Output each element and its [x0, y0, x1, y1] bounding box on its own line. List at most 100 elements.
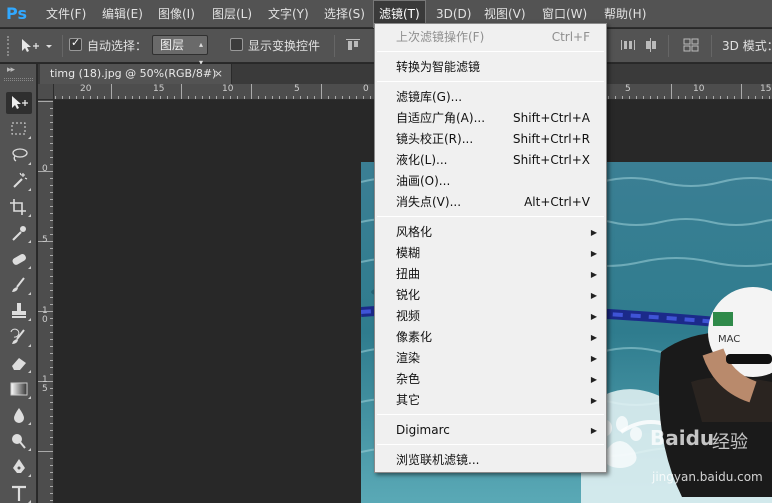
auto-select-target-dropdown[interactable]: 图层 ▴ ▾ [152, 35, 208, 67]
history-brush-tool[interactable] [6, 326, 32, 348]
menu-image[interactable]: 图像(I) [153, 0, 200, 28]
clone-stamp-tool[interactable] [6, 300, 32, 322]
options-bar-grip[interactable] [7, 36, 11, 56]
vertical-ruler[interactable]: 0 5 10 15 [38, 100, 54, 503]
menu-item-label: Digimarc [396, 423, 450, 437]
ruler-label: 0 [42, 164, 48, 174]
filter-menu-item-convert-smart[interactable]: 转换为智能滤镜 [375, 57, 606, 78]
close-tab-icon[interactable]: × [214, 64, 223, 84]
filter-menu-item-stylize[interactable]: 风格化 ▶ [375, 222, 606, 243]
options-separator [668, 35, 669, 57]
submenu-arrow-icon: ▶ [590, 354, 597, 363]
document-tab[interactable]: timg (18).jpg @ 50%(RGB/8#) × [40, 64, 232, 84]
ruler-origin[interactable] [38, 84, 54, 100]
filter-menu-item-pixelate[interactable]: 像素化 ▶ [375, 327, 606, 348]
vertical-ruler-ticks [38, 101, 53, 501]
menu-edit[interactable]: 编辑(E) [97, 0, 148, 28]
menu-separator [377, 444, 604, 445]
dodge-tool[interactable] [6, 430, 32, 452]
filter-menu-item-other[interactable]: 其它 ▶ [375, 390, 606, 411]
tool-preset-picker[interactable] [18, 37, 58, 55]
dodge-icon [12, 434, 26, 449]
filter-menu-item-oil-paint[interactable]: 油画(O)... [375, 171, 606, 192]
pen-tool[interactable] [6, 456, 32, 478]
filter-menu-item-lens-correction[interactable]: 镜头校正(R)... Shift+Ctrl+R [375, 129, 606, 150]
watermark-product: 经验 [712, 432, 748, 453]
filter-menu-item-adaptive-wide-angle[interactable]: 自适应广角(A)... Shift+Ctrl+A [375, 108, 606, 129]
submenu-arrow-icon: ▶ [590, 333, 597, 342]
menu-item-label: 转换为智能滤镜 [396, 60, 481, 74]
show-transform-label: 显示变换控件 [248, 39, 321, 53]
magic-wand-tool[interactable] [6, 170, 32, 192]
move-icon [12, 96, 28, 109]
menu-item-label: 油画(O)... [396, 174, 451, 188]
filter-menu-item-video[interactable]: 视频 ▶ [375, 306, 606, 327]
menu-type[interactable]: 文字(Y) [263, 0, 314, 28]
menu-item-label: 风格化 [396, 225, 433, 239]
eraser-tool[interactable] [6, 352, 32, 374]
distribute-centers-icon[interactable] [643, 38, 659, 52]
ruler-label: 15 [153, 84, 165, 94]
menu-item-label: 模糊 [396, 246, 421, 260]
crop-icon [10, 199, 26, 215]
rectangular-marquee-icon [11, 122, 26, 135]
align-top-edges-icon[interactable] [345, 38, 361, 52]
menu-item-shortcut: Shift+Ctrl+A [513, 111, 590, 125]
menu-item-label: 滤镜库(G)... [396, 90, 463, 104]
move-tool[interactable] [6, 92, 32, 114]
watermark-url: jingyan.baidu.com [652, 470, 763, 484]
filter-menu-item-render[interactable]: 渲染 ▶ [375, 348, 606, 369]
gradient-tool[interactable] [6, 378, 32, 400]
crop-tool[interactable] [6, 196, 32, 218]
healing-brush-tool[interactable] [6, 248, 32, 270]
filter-menu-item-browse-online[interactable]: 浏览联机滤镜... [375, 450, 606, 471]
filter-menu-item-distort[interactable]: 扭曲 ▶ [375, 264, 606, 285]
menu-item-shortcut: Shift+Ctrl+X [513, 153, 590, 167]
filter-menu-item-blur[interactable]: 模糊 ▶ [375, 243, 606, 264]
menu-item-shortcut: Ctrl+F [551, 30, 590, 44]
collapse-panel-icon[interactable]: ▸▸ [7, 65, 15, 75]
menu-item-label: 消失点(V)... [396, 195, 462, 209]
auto-align-layers-icon[interactable] [683, 38, 699, 52]
ruler-label: 15 [760, 84, 772, 94]
submenu-arrow-icon: ▶ [590, 312, 597, 321]
filter-menu-item-sharpen[interactable]: 锐化 ▶ [375, 285, 606, 306]
menu-file[interactable]: 文件(F) [41, 0, 91, 28]
eyedropper-tool[interactable] [6, 222, 32, 244]
filter-menu-item-vanishing-point[interactable]: 消失点(V)... Alt+Ctrl+V [375, 192, 606, 213]
brush-tool[interactable] [6, 274, 32, 296]
submenu-arrow-icon: ▶ [590, 270, 597, 279]
blur-tool[interactable] [6, 404, 32, 426]
document-tab-title: timg (18).jpg @ 50%(RGB/8#) [50, 67, 217, 80]
distribute-horizontal-icon[interactable] [620, 38, 636, 52]
tools-panel-grip[interactable] [4, 78, 33, 81]
auto-select-label: 自动选择： [87, 39, 148, 53]
menu-item-label: 渲染 [396, 351, 421, 365]
menu-item-label: 锐化 [396, 288, 421, 302]
filter-menu-item-last-filter[interactable]: 上次滤镜操作(F) Ctrl+F [375, 27, 606, 48]
show-transform-checkbox[interactable] [230, 38, 243, 51]
menu-item-label: 镜头校正(R)... [396, 132, 474, 146]
filter-menu-item-noise[interactable]: 杂色 ▶ [375, 369, 606, 390]
ruler-label: 5 [42, 235, 48, 245]
healing-brush-icon [12, 254, 26, 265]
auto-select-target-value: 图层 [160, 38, 185, 52]
ruler-label: 20 [80, 84, 92, 94]
eraser-icon [12, 358, 26, 370]
lasso-tool[interactable] [6, 144, 32, 166]
3d-mode-label: 3D 模式： [722, 39, 772, 53]
filter-menu-item-digimarc[interactable]: Digimarc ▶ [375, 420, 606, 441]
menu-layer[interactable]: 图层(L) [207, 0, 257, 28]
filter-menu-item-filter-gallery[interactable]: 滤镜库(G)... [375, 87, 606, 108]
clone-stamp-icon [12, 303, 26, 318]
type-tool[interactable] [6, 482, 32, 503]
menu-item-label: 其它 [396, 393, 421, 407]
photoshop-logo: Ps [6, 4, 27, 23]
marquee-tool[interactable] [6, 118, 32, 140]
menu-select[interactable]: 选择(S) [319, 0, 370, 28]
lasso-icon [12, 148, 28, 162]
filter-menu-item-liquify[interactable]: 液化(L)... Shift+Ctrl+X [375, 150, 606, 171]
menu-separator [377, 81, 604, 82]
auto-select-checkbox[interactable] [69, 36, 82, 51]
ruler-label: 10 [222, 84, 234, 94]
